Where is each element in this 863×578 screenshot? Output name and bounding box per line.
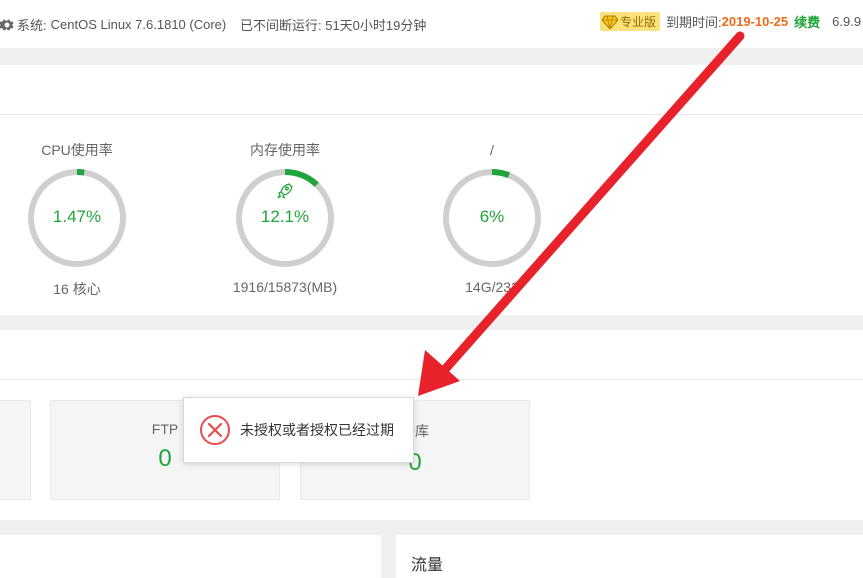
- gear-icon: [0, 19, 14, 30]
- error-x-icon: [200, 415, 230, 445]
- diamond-icon: [602, 15, 618, 29]
- gauge-percent: 12.1%: [260, 207, 310, 226]
- gauge-sub: 16 核心: [53, 281, 101, 297]
- gauge-title: CPU使用率: [41, 142, 113, 158]
- expire-label: 到期时间:: [666, 15, 722, 30]
- overview-panel: FTP 0 据库 0: [0, 330, 863, 520]
- software-panel: [0, 535, 381, 578]
- renew-link[interactable]: 续费: [794, 12, 820, 31]
- expire-date: 2019-10-25: [721, 14, 789, 29]
- system-info: 系统: CentOS Linux 7.6.1810 (Core): [0, 15, 226, 34]
- uptime-text: 已不间断运行: 51天0小时19分钟: [240, 18, 427, 33]
- system-value: CentOS Linux 7.6.1810 (Core): [50, 17, 227, 32]
- pro-badge[interactable]: 专业版: [600, 12, 661, 31]
- status-panel: CPU使用率 1.47% 16 核心 内存使用率 12.1% 1916/1587…: [0, 65, 863, 315]
- gauge-title: /: [490, 142, 494, 158]
- top-status-bar: 系统: CentOS Linux 7.6.1810 (Core) 已不间断运行:…: [0, 0, 863, 48]
- overview-panel-header: [0, 330, 863, 380]
- gauge-sub: 1916/15873(MB): [232, 279, 338, 295]
- traffic-panel: 流量: [396, 535, 863, 578]
- rocket-icon[interactable]: [277, 183, 293, 199]
- version-text[interactable]: 6.9.9: [832, 14, 861, 29]
- license-info: 专业版 到期时间: 2019-10-25 续费 6.9.9: [600, 12, 861, 31]
- gauge-sub: 14G/233: [465, 279, 519, 295]
- error-toast: 未授权或者授权已经过期: [183, 397, 414, 463]
- gauge-percent: 6%: [479, 207, 505, 226]
- site-card[interactable]: [0, 400, 31, 500]
- traffic-title: 流量: [411, 557, 444, 574]
- gauge-title: 内存使用率: [250, 142, 320, 158]
- disk-gauge[interactable]: / 6% 14G/233: [422, 140, 562, 295]
- pro-label: 专业版: [620, 15, 657, 29]
- status-panel-header: [0, 65, 863, 115]
- memory-gauge[interactable]: 内存使用率 12.1% 1916/15873(MB): [215, 140, 355, 295]
- toast-message: 未授权或者授权已经过期: [240, 422, 394, 438]
- gauge-percent: 1.47%: [52, 207, 102, 226]
- cpu-gauge[interactable]: CPU使用率 1.47% 16 核心: [7, 140, 147, 299]
- system-label: 系统:: [17, 18, 47, 33]
